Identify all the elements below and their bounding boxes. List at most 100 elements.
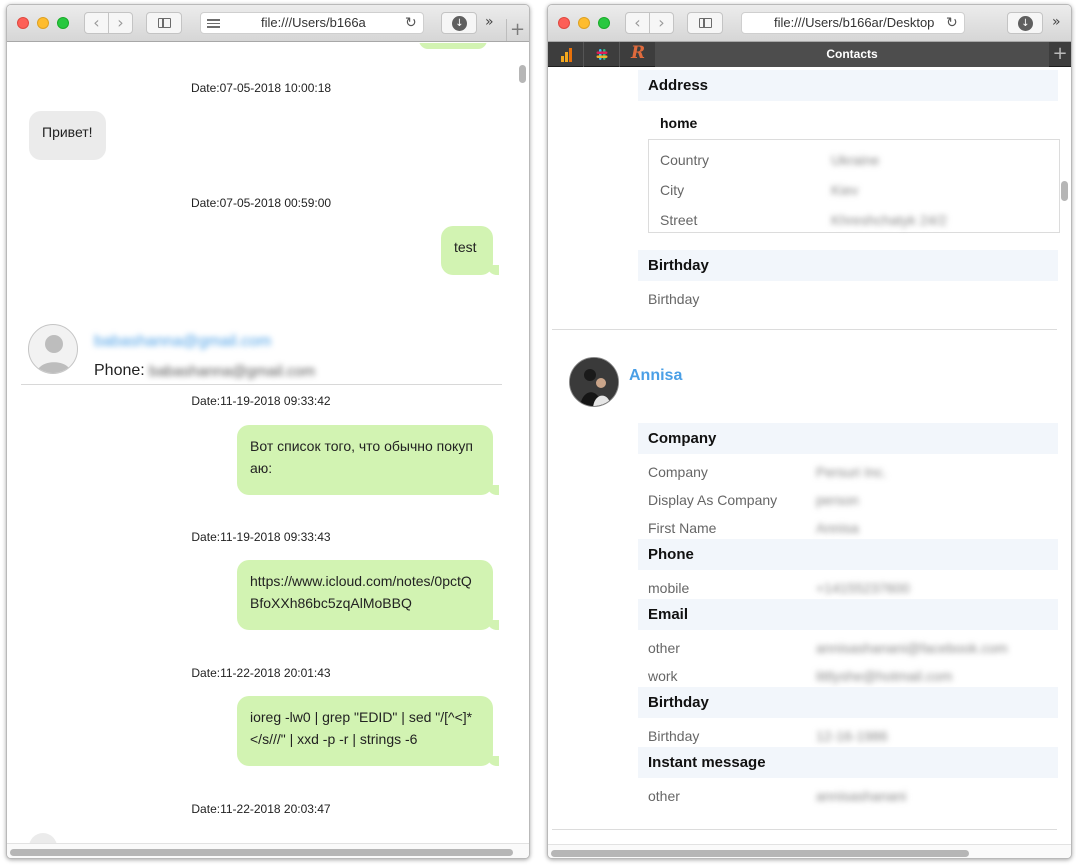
left-titlebar: ‹ › file:///Users/b166a ↻ ↓ » + <box>7 5 529 42</box>
address-city-value: Kiev <box>831 182 859 198</box>
phone-mobile-label: mobile <box>648 580 690 596</box>
sidebar-toggle-button[interactable] <box>146 12 182 34</box>
contact-divider <box>552 829 1057 830</box>
horizontal-scrollbar[interactable] <box>10 849 513 856</box>
company-label: Company <box>648 464 708 480</box>
address-type-label: home <box>660 115 698 131</box>
outgoing-message-bubble: Вот список того, что обычно покуп аю: <box>237 425 499 495</box>
contact-email[interactable]: babashanna@gmail.com <box>94 333 271 351</box>
contact-phone-label: Phone: <box>94 362 145 379</box>
display-as-company-label: Display As Company <box>648 492 778 508</box>
more-chevron-icon[interactable]: » <box>1052 14 1061 30</box>
zoom-window-button[interactable] <box>57 17 69 29</box>
message-date: Date:11-22-2018 20:03:47 <box>191 802 331 816</box>
reload-icon[interactable]: ↻ <box>946 13 958 33</box>
instant-message-other-label: other <box>648 788 680 804</box>
bar-chart-icon <box>561 48 572 62</box>
new-tab-button[interactable]: + <box>1049 43 1071 65</box>
url-text: file:///Users/b166ar/Desktop <box>774 15 934 30</box>
outgoing-message-bubble: ioreg -lw0 | grep "EDID" | sed "/[^<]* <… <box>237 696 499 766</box>
tab-r-app[interactable]: R <box>620 42 656 67</box>
vertical-scrollbar[interactable] <box>1061 181 1068 201</box>
contacts-browser-window: ‹ › file:///Users/b166ar/Desktop ↻ ↓ » R… <box>547 4 1072 859</box>
address-bar[interactable]: file:///Users/b166ar/Desktop ↻ <box>741 12 965 34</box>
phone-mobile-value: +14155237600 <box>816 580 910 596</box>
address-bar[interactable]: file:///Users/b166a ↻ <box>200 12 424 34</box>
sidebar-icon <box>699 18 712 28</box>
section-address-heading: Address <box>638 70 1058 101</box>
forward-button[interactable]: › <box>649 12 674 34</box>
contact-divider <box>21 384 502 385</box>
first-name-value: Annisa <box>816 520 859 536</box>
section-phone-heading: Phone <box>638 539 1058 570</box>
horizontal-scroll-track <box>548 844 1071 858</box>
email-other-value: annisashanani@facebook.com <box>816 640 1008 656</box>
sidebar-toggle-button[interactable] <box>687 12 723 34</box>
zoom-window-button[interactable] <box>598 17 610 29</box>
message-text-line: Вот список того, что обычно покуп <box>250 438 473 454</box>
first-name-label: First Name <box>648 520 717 536</box>
more-chevron-icon[interactable]: » <box>485 14 494 30</box>
display-as-company-value: person <box>816 492 859 508</box>
downloads-button[interactable]: ↓ <box>441 12 477 34</box>
new-tab-button[interactable]: + <box>506 19 528 41</box>
forward-button[interactable]: › <box>108 12 133 34</box>
address-country-value: Ukraine <box>831 152 880 168</box>
message-text-line: </s///" | xxd -p -r | strings -6 <box>250 731 418 747</box>
message-text-line: BfoXXh86bc5zqAlMoBBQ <box>250 595 412 611</box>
vertical-scrollbar[interactable] <box>519 65 526 83</box>
contact-photo <box>570 358 618 406</box>
incoming-message-bubble: Привет! <box>29 111 106 160</box>
r-logo-icon: R <box>631 43 646 63</box>
message-date: Date:11-19-2018 09:33:42 <box>191 394 331 408</box>
avatar <box>28 324 78 374</box>
back-button[interactable]: ‹ <box>625 12 650 34</box>
message-bubble-partial <box>419 43 487 49</box>
downloads-button[interactable]: ↓ <box>1007 12 1043 34</box>
contacts-content: Address home Country Ukraine City Kiev S… <box>548 68 1071 844</box>
download-icon: ↓ <box>452 16 467 31</box>
message-text-line: ioreg -lw0 | grep "EDID" | sed "/[^<]* <box>250 709 473 725</box>
address-city-label: City <box>660 182 685 198</box>
section-company-heading: Company <box>638 423 1058 454</box>
close-window-button[interactable] <box>17 17 29 29</box>
close-window-button[interactable] <box>558 17 570 29</box>
horizontal-scrollbar[interactable] <box>551 850 969 857</box>
instant-message-other-value: annisashanani <box>816 788 907 804</box>
message-text: Привет! <box>42 124 93 140</box>
message-text: test <box>454 239 477 255</box>
back-button[interactable]: ‹ <box>84 12 109 34</box>
horizontal-scroll-track <box>7 843 529 858</box>
messages-browser-window: ‹ › file:///Users/b166a ↻ ↓ » + Date:07-… <box>6 4 530 859</box>
tab-slack[interactable] <box>584 42 620 67</box>
reader-icon[interactable] <box>207 19 220 30</box>
sidebar-icon <box>158 18 171 28</box>
address-street-value: Khreshchatyk 24/2 <box>831 212 947 228</box>
person-silhouette-icon <box>36 335 72 373</box>
tab-analytics[interactable] <box>548 42 584 67</box>
tab-bar: R Contacts + <box>548 42 1071 67</box>
right-titlebar: ‹ › file:///Users/b166ar/Desktop ↻ ↓ » <box>548 5 1071 42</box>
message-date: Date:11-19-2018 09:33:43 <box>191 530 331 544</box>
section-birthday-heading: Birthday <box>638 250 1058 281</box>
message-date: Date:07-05-2018 10:00:18 <box>190 81 332 95</box>
email-other-label: other <box>648 640 680 656</box>
tab-contacts[interactable]: Contacts <box>655 42 1049 67</box>
outgoing-message-bubble: https://www.icloud.com/notes/0pctQ BfoXX… <box>237 560 499 630</box>
address-street-label: Street <box>660 212 698 228</box>
company-value: Persuri Inc. <box>816 464 887 480</box>
contact-name-link[interactable]: Annisa <box>629 367 682 385</box>
email-work-label: work <box>648 668 678 684</box>
contact-divider <box>552 329 1057 330</box>
birthday-value: 12-16-1986 <box>816 728 888 744</box>
contact-avatar <box>569 357 619 407</box>
minimize-window-button[interactable] <box>578 17 590 29</box>
address-country-label: Country <box>660 152 710 168</box>
email-work-value: littlyshe@hotmail.com <box>816 668 953 684</box>
minimize-window-button[interactable] <box>37 17 49 29</box>
incoming-message-bubble-partial <box>29 833 57 843</box>
messages-content: Date:07-05-2018 10:00:18 Привет! Date:07… <box>7 43 529 843</box>
section-instant-message-heading: Instant message <box>638 747 1058 778</box>
birthday-label: Birthday <box>648 291 700 307</box>
reload-icon[interactable]: ↻ <box>405 13 417 33</box>
